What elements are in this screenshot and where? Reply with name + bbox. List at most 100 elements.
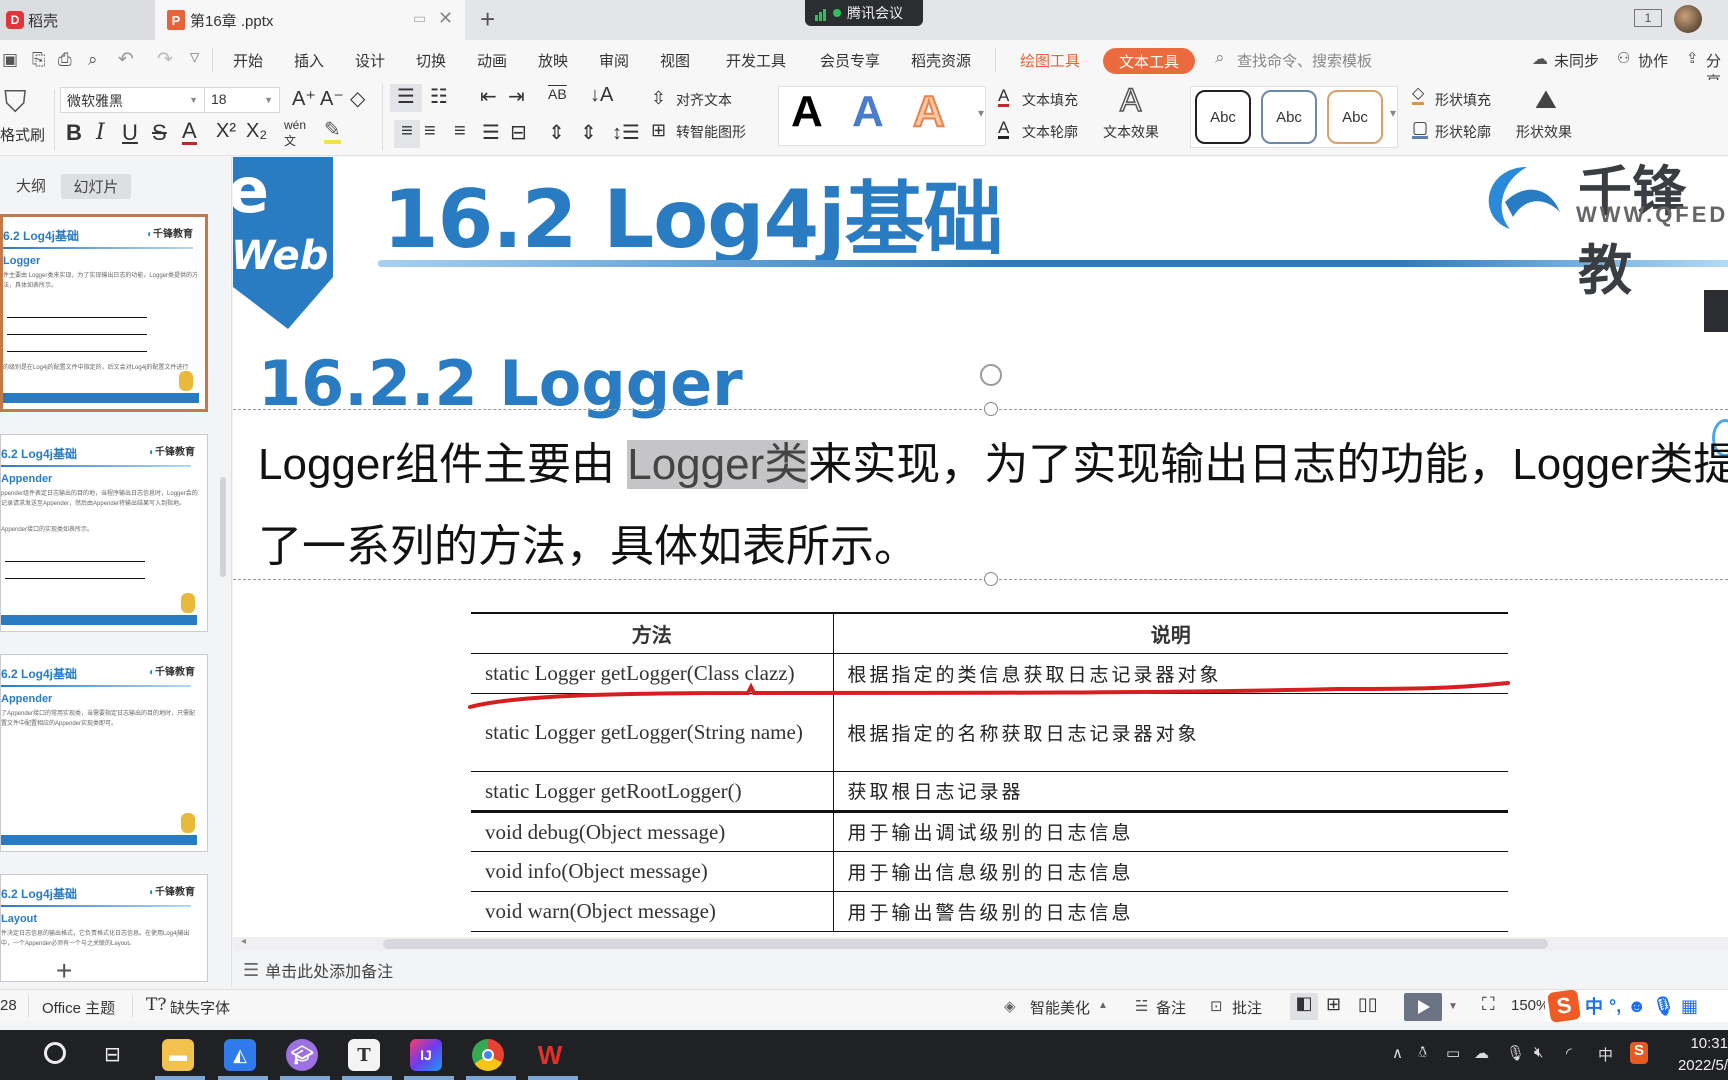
- scrollbar-thumb[interactable]: [383, 939, 1548, 949]
- resize-handle-top[interactable]: [984, 402, 998, 416]
- window-switch-button[interactable]: 1: [1634, 9, 1662, 27]
- clear-format-icon[interactable]: ◇: [350, 86, 365, 111]
- emoji-icon[interactable]: ☻: [1627, 996, 1646, 1017]
- education-app-icon[interactable]: 🎓︎: [286, 1039, 318, 1071]
- subscript-icon[interactable]: X₂: [246, 120, 267, 143]
- ime-toolbar[interactable]: S 中 °, ☻ 🎙︎ ▦: [1545, 989, 1728, 1023]
- shape-style-black[interactable]: Abc: [1195, 90, 1251, 144]
- quick-access-more-icon[interactable]: ▽: [190, 50, 199, 64]
- wordart-style-orange-outline[interactable]: A: [912, 86, 946, 137]
- chrome-icon[interactable]: [472, 1039, 504, 1071]
- menu-home[interactable]: 开始: [233, 50, 263, 71]
- chevron-down-icon[interactable]: ▼: [1448, 1001, 1458, 1012]
- notes-pane[interactable]: ☰ 单击此处添加备注: [233, 952, 1728, 988]
- save-icon[interactable]: ▣: [2, 50, 18, 70]
- decrease-indent-icon[interactable]: ⇤: [480, 84, 497, 109]
- logger-methods-table[interactable]: 方法 说明 static Logger getLogger(Class claz…: [471, 612, 1508, 932]
- menu-slideshow[interactable]: 放映: [538, 50, 568, 71]
- menu-insert[interactable]: 插入: [294, 50, 324, 71]
- resize-handle-bottom[interactable]: [984, 572, 998, 586]
- shape-style-blue[interactable]: Abc: [1261, 90, 1317, 144]
- thumbnail-scrollbar[interactable]: [220, 477, 226, 577]
- font-color-icon[interactable]: A: [182, 120, 197, 145]
- intellij-idea-icon[interactable]: IJ: [410, 1039, 442, 1071]
- shape-effect-button[interactable]: 形状效果: [1516, 122, 1572, 142]
- menu-animation[interactable]: 动画: [477, 50, 507, 71]
- scroll-left-icon[interactable]: ◂: [241, 936, 246, 947]
- sort-icon[interactable]: ↓A: [590, 84, 613, 107]
- shape-style-more-icon[interactable]: ▾: [1390, 106, 1396, 120]
- menu-design[interactable]: 设计: [355, 50, 385, 71]
- slide-thumbnail[interactable]: 6.2 Log4j基础 ◐千锋教育 Logger 件主要由 Logger类来实现…: [0, 214, 208, 412]
- show-hidden-icons[interactable]: ∧: [1392, 1044, 1403, 1062]
- menu-developer[interactable]: 开发工具: [726, 50, 786, 71]
- volume-muted-icon[interactable]: 🔇︎: [1534, 1044, 1543, 1061]
- tencent-meeting-indicator[interactable]: 腾讯会议: [805, 0, 923, 26]
- command-search-input[interactable]: 查找命令、搜索模板: [1237, 50, 1372, 71]
- slide-thumbnail[interactable]: 6.2 Log4j基础 ◐千锋教育 Appender ppender组件表定日志…: [0, 434, 208, 632]
- lanxin-app-icon[interactable]: ◭: [224, 1039, 256, 1071]
- shape-style-orange[interactable]: Abc: [1327, 90, 1383, 144]
- missing-font-button[interactable]: 缺失字体: [170, 997, 230, 1018]
- reading-view-icon[interactable]: ▯▯: [1358, 994, 1378, 1015]
- redo-icon[interactable]: ↷: [157, 48, 173, 71]
- body-textbox[interactable]: Logger组件主要由 Logger类来实现，为了实现输出日志的功能，Logge…: [258, 424, 1728, 588]
- numbered-list-icon[interactable]: ☷: [430, 84, 448, 109]
- menu-drawing-tools[interactable]: 绘图工具: [1020, 50, 1080, 71]
- distribute-icon[interactable]: ⊟: [510, 120, 527, 145]
- horizontal-scrollbar[interactable]: ◂: [233, 936, 1728, 951]
- text-direction-icon[interactable]: AB: [548, 86, 567, 102]
- bold-icon[interactable]: B: [66, 120, 82, 146]
- new-tab-icon[interactable]: +: [480, 4, 495, 35]
- menu-transitions[interactable]: 切换: [416, 50, 446, 71]
- convert-smart-shape-button[interactable]: 转智能图形: [676, 122, 746, 142]
- annotation-tool-chip[interactable]: [1704, 290, 1728, 332]
- underline-icon[interactable]: U: [122, 120, 138, 146]
- typora-app-icon[interactable]: T: [348, 1039, 380, 1071]
- align-left-icon[interactable]: ≡: [394, 120, 420, 148]
- menu-docer-resources[interactable]: 稻壳资源: [911, 50, 971, 71]
- file-explorer-icon[interactable]: ▬: [162, 1039, 194, 1071]
- align-text-button[interactable]: 对齐文本: [676, 90, 732, 110]
- format-painter-icon[interactable]: ⛉: [4, 86, 27, 120]
- menu-member[interactable]: 会员专享: [820, 50, 880, 71]
- normal-view-icon[interactable]: ◧: [1290, 993, 1318, 1020]
- wifi-icon[interactable]: ◜: [1566, 1044, 1572, 1062]
- ime-language[interactable]: 中: [1585, 993, 1603, 1019]
- export-icon[interactable]: ⎘: [32, 50, 46, 70]
- slide-sorter-icon[interactable]: ⊞: [1326, 994, 1341, 1015]
- battery-icon[interactable]: ▭: [1446, 1044, 1460, 1062]
- input-language[interactable]: 中: [1598, 1044, 1613, 1065]
- italic-icon[interactable]: I: [96, 120, 105, 145]
- line-spacing-increase-icon[interactable]: ⇕: [580, 120, 597, 145]
- wordart-more-icon[interactable]: ▾: [978, 106, 984, 120]
- rotate-handle[interactable]: [980, 364, 1002, 386]
- text-outline-button[interactable]: 文本轮廓: [1022, 122, 1078, 142]
- print-icon[interactable]: ⎙: [58, 50, 72, 70]
- system-clock[interactable]: 10:31 2022/5/: [1678, 1033, 1728, 1077]
- increase-font-icon[interactable]: A⁺: [292, 86, 316, 111]
- chevron-up-icon[interactable]: ▲: [1098, 1000, 1108, 1011]
- slide-thumbnail[interactable]: 6.2 Log4j基础 ◐千锋教育 Appender 了Appender接口的常…: [0, 654, 208, 852]
- pin-window-icon[interactable]: ▭: [413, 10, 426, 27]
- font-name-select[interactable]: 微软雅黑 ▼: [60, 87, 205, 113]
- align-center-icon[interactable]: ≡: [424, 120, 436, 143]
- superscript-icon[interactable]: X²: [216, 120, 236, 143]
- comment-button[interactable]: 批注: [1232, 997, 1262, 1018]
- slide-thumbnail[interactable]: 6.2 Log4j基础 ◐千锋教育 Layout 件决定日志信息的输出格式，它负…: [0, 874, 208, 982]
- menu-text-tools[interactable]: 文本工具: [1103, 48, 1195, 74]
- font-size-select[interactable]: 18 ▼: [204, 87, 280, 113]
- print-preview-icon[interactable]: ⌕: [88, 50, 98, 70]
- zoom-level[interactable]: 150%: [1511, 997, 1549, 1014]
- strikethrough-icon[interactable]: S: [152, 120, 167, 146]
- ime-punctuation[interactable]: °,: [1609, 996, 1621, 1017]
- play-slideshow-button[interactable]: [1404, 993, 1442, 1021]
- line-spacing-icon[interactable]: ↕☰: [612, 120, 640, 145]
- text-fill-button[interactable]: 文本填充: [1022, 90, 1078, 110]
- sogou-tray-icon[interactable]: S: [1630, 1042, 1648, 1064]
- shape-fill-button[interactable]: 形状填充: [1435, 90, 1491, 110]
- collaborate-button[interactable]: 协作: [1638, 50, 1668, 71]
- onedrive-icon[interactable]: ☁: [1474, 1044, 1489, 1062]
- justify-icon[interactable]: ☰: [482, 120, 500, 145]
- align-right-icon[interactable]: ≡: [454, 120, 466, 143]
